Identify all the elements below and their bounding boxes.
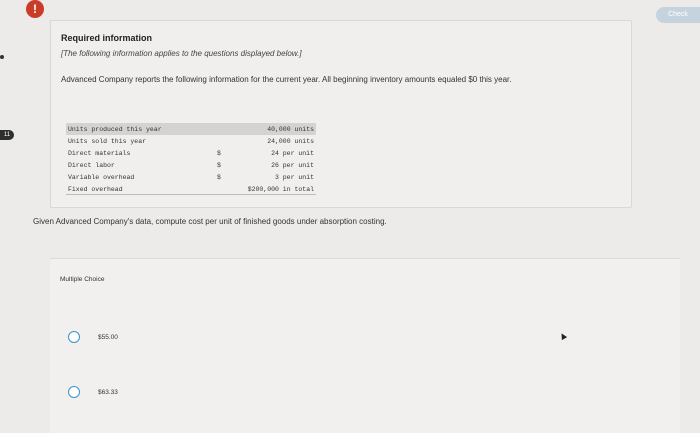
multiple-choice-label: Multiple Choice	[60, 276, 105, 283]
row-amount: 26 per unit	[271, 161, 314, 169]
row-currency	[215, 123, 231, 135]
question-text: Given Advanced Company's data, compute c…	[33, 217, 387, 226]
company-data-table: Units produced this year 40,000 units Un…	[66, 123, 316, 195]
check-button[interactable]: Check	[656, 7, 700, 23]
row-amount: 3 per unit	[274, 173, 314, 181]
table-row: Units sold this year 24,000 units	[66, 135, 316, 147]
nav-dot-icon	[0, 55, 4, 59]
radio-button[interactable]	[68, 386, 80, 398]
row-label: Units produced this year	[66, 123, 215, 135]
info-title: Required information	[61, 33, 153, 43]
answer-option-text: $55.00	[98, 333, 118, 341]
row-amount: 40,000 units	[231, 123, 316, 135]
row-currency: $	[217, 161, 221, 169]
multiple-choice-panel: Multiple Choice $55.00 $63.33	[50, 258, 680, 433]
question-number-badge[interactable]: 11	[0, 130, 14, 140]
row-currency: $	[217, 173, 221, 181]
table-divider	[66, 194, 316, 195]
answer-option-text: $63.33	[98, 388, 118, 396]
row-currency	[215, 135, 231, 147]
table-row: Variable overhead $ 3 per unit	[66, 171, 316, 183]
table-row: Direct labor $ 26 per unit	[66, 159, 316, 171]
row-amount: 24 per unit	[271, 149, 314, 157]
info-subtitle: [The following information applies to th…	[61, 49, 302, 58]
radio-button[interactable]	[68, 331, 80, 343]
answer-option[interactable]: $55.00	[68, 331, 118, 343]
info-description: Advanced Company reports the following i…	[61, 75, 512, 84]
row-label: Direct materials	[68, 149, 131, 157]
row-amount: 24,000 units	[267, 137, 314, 145]
table-row: Direct materials $ 24 per unit	[66, 147, 316, 159]
row-label: Variable overhead	[68, 173, 135, 181]
row-label: Units sold this year	[68, 137, 147, 145]
answer-option[interactable]: $63.33	[68, 386, 118, 398]
table-row: Units produced this year 40,000 units	[66, 123, 316, 135]
alert-icon: !	[26, 0, 44, 18]
row-label: Direct labor	[68, 161, 115, 169]
row-currency: $	[217, 149, 221, 157]
